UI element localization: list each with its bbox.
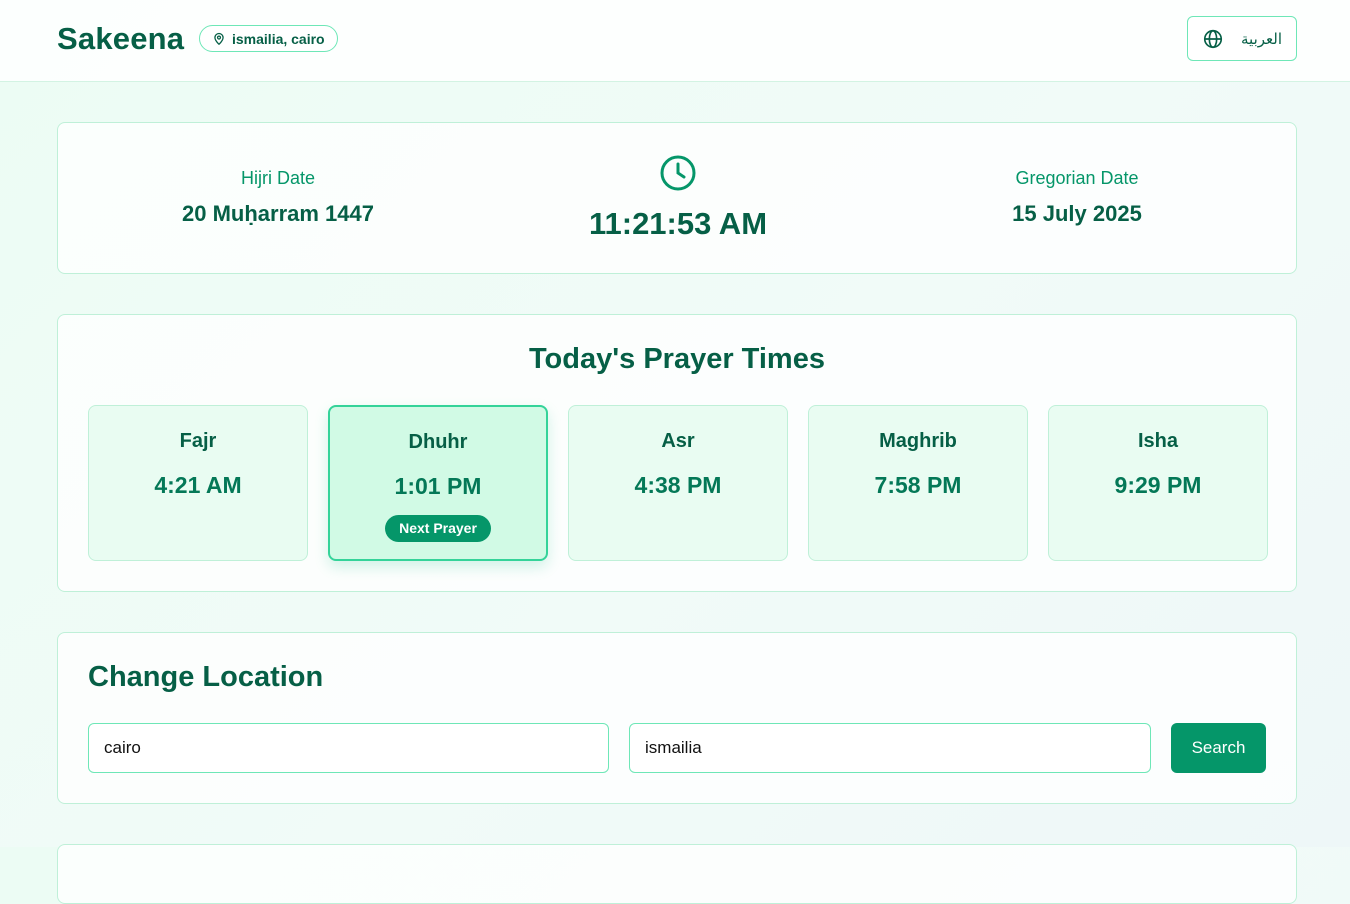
prayer-name: Isha [1137,430,1179,452]
next-prayer-badge: Next Prayer [385,515,491,542]
location-badge[interactable]: ismailia, cairo [199,25,338,52]
prayer-maghrib: Maghrib 7:58 PM [808,405,1028,561]
prayer-time: 9:29 PM [1114,472,1202,498]
prayer-name: Asr [661,430,695,452]
prayer-grid: Fajr 4:21 AM Dhuhr 1:01 PM Next Prayer A… [88,405,1268,561]
prayer-times-title: Today's Prayer Times [529,343,825,375]
search-button[interactable]: Search [1171,723,1266,773]
hijri-date-label: Hijri Date [240,168,315,188]
prayer-isha: Isha 9:29 PM [1048,405,1268,561]
prayer-name: Maghrib [879,430,957,452]
gregorian-date-label: Gregorian Date [1015,168,1139,188]
prayer-time: 1:01 PM [394,473,482,499]
city-input[interactable]: cairo [88,723,609,773]
change-location-title: Change Location [88,661,324,693]
prayer-time: 4:38 PM [634,472,722,498]
app-header: Sakeena ismailia, cairo العربية [0,0,1350,82]
prayer-dhuhr: Dhuhr 1:01 PM Next Prayer [328,405,548,561]
next-section-card [57,844,1297,904]
globe-icon [1203,29,1223,48]
prayer-time: 4:21 AM [154,472,242,498]
change-location-card: Change Location cairo ismailia Search [57,632,1297,804]
prayer-asr: Asr 4:38 PM [568,405,788,561]
gregorian-date-value: 15 July 2025 [1012,201,1142,226]
brand-title[interactable]: Sakeena [57,21,184,57]
clock-icon [660,155,696,191]
language-label: العربية [1241,30,1282,48]
prayer-times-card: Today's Prayer Times Fajr 4:21 AM Dhuhr … [57,314,1297,592]
gregorian-date: Gregorian Date 15 July 2025 [877,168,1277,227]
hijri-date-value: 20 Muḥarram 1447 [182,201,374,226]
country-input[interactable]: ismailia [629,723,1151,773]
date-time-card: Hijri Date 20 Muḥarram 1447 11:21:53 AM … [57,122,1297,274]
current-time-block: 11:21:53 AM [478,153,878,242]
map-pin-icon [214,32,224,45]
hijri-date: Hijri Date 20 Muḥarram 1447 [78,168,478,227]
language-toggle-button[interactable]: العربية [1187,16,1297,61]
current-time: 11:21:53 AM [588,206,768,241]
location-badge-label: ismailia, cairo [232,30,325,47]
prayer-fajr: Fajr 4:21 AM [88,405,308,561]
prayer-name: Dhuhr [408,431,468,453]
prayer-time: 7:58 PM [874,472,962,498]
prayer-name: Fajr [179,430,217,452]
